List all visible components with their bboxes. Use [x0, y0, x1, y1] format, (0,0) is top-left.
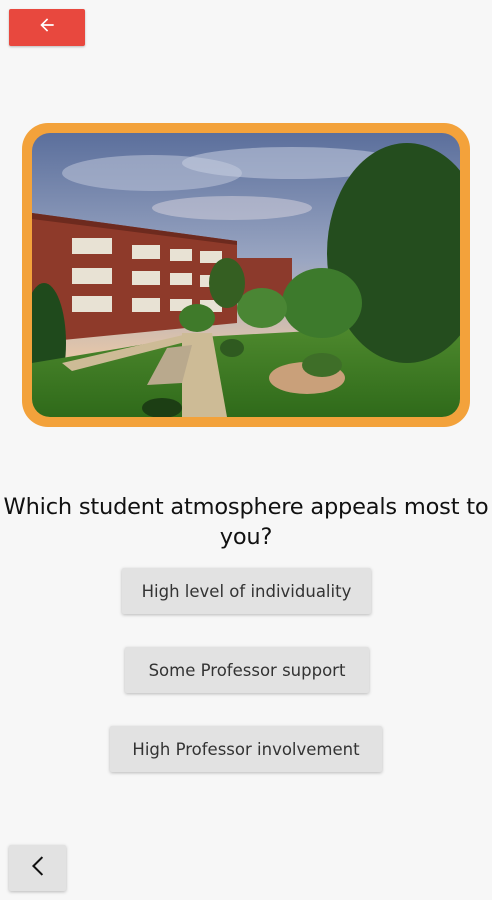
arrow-left-icon: [37, 15, 57, 40]
option-high-level-of-individuality[interactable]: High level of individuality: [122, 568, 371, 614]
campus-photo-frame: [22, 123, 470, 427]
previous-button[interactable]: [9, 845, 66, 891]
question-text: Which student atmosphere appeals most to…: [3, 494, 489, 550]
campus-photo: [32, 133, 460, 417]
option-high-professor-involvement[interactable]: High Professor involvement: [110, 726, 382, 772]
chevron-left-icon: [27, 855, 49, 882]
back-button[interactable]: [9, 9, 85, 46]
option-some-professor-support[interactable]: Some Professor support: [125, 647, 369, 693]
